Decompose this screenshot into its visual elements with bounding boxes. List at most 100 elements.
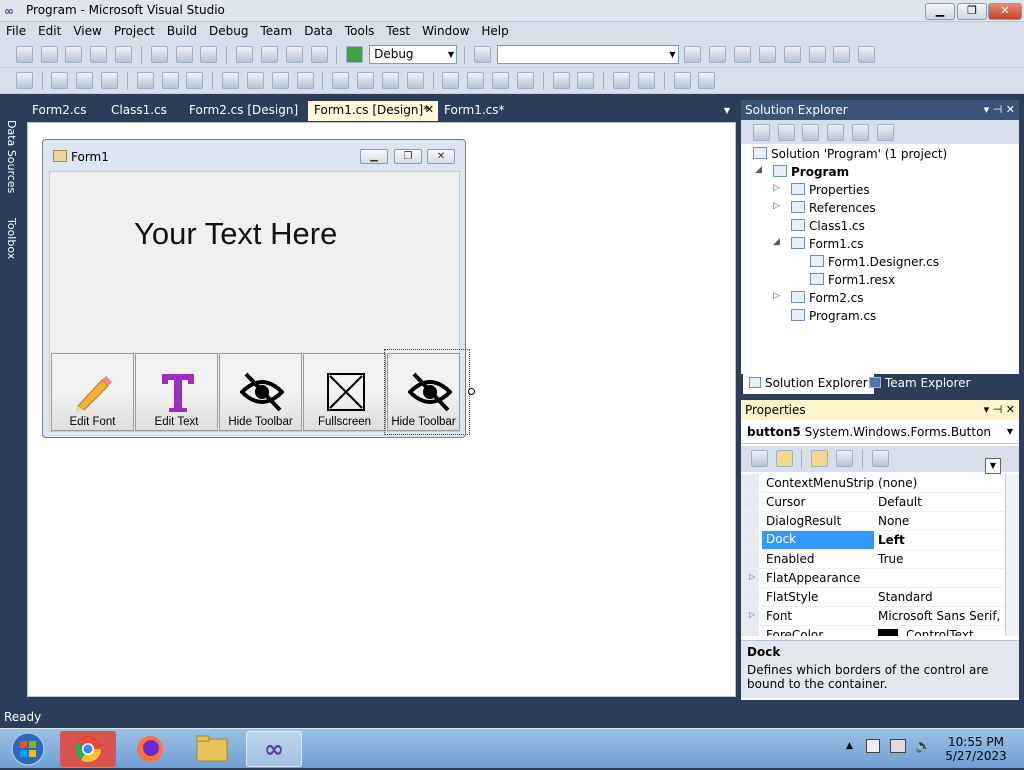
extension-manager-icon[interactable] xyxy=(783,46,801,63)
property-row-selected[interactable]: Dock Left xyxy=(741,531,1005,550)
tab-form2-cs[interactable]: Form2.cs xyxy=(26,101,93,121)
data-sources-tab[interactable]: Data Sources xyxy=(2,120,18,193)
server-explorer-icon[interactable] xyxy=(833,46,851,63)
action-center-icon[interactable] xyxy=(866,739,880,753)
menu-window[interactable]: Window xyxy=(416,22,475,40)
toolbar-options-icon[interactable] xyxy=(698,72,716,89)
tab-form2-design[interactable]: Form2.cs [Design] xyxy=(183,101,304,121)
solution-config-select[interactable]: Debug ▼ xyxy=(369,45,458,64)
tree-node-form2[interactable]: ▷ Form2.cs xyxy=(773,291,864,305)
horizontal-spacing-decrease-icon[interactable] xyxy=(381,72,399,89)
property-pages-icon[interactable] xyxy=(871,450,889,467)
tab-form1-design[interactable]: Form1.cs [Design]* ✕ xyxy=(308,101,438,121)
pane-controls[interactable]: ▾ ⊣ ✕ xyxy=(984,403,1015,416)
vertical-spacing-equal-icon[interactable] xyxy=(442,72,460,89)
send-to-back-icon[interactable] xyxy=(637,72,655,89)
edit-font-button[interactable]: Edit Font xyxy=(51,353,134,431)
center-vertically-icon[interactable] xyxy=(577,72,595,89)
property-row[interactable]: Cursor Default xyxy=(741,493,1005,512)
property-value[interactable]: ControlText xyxy=(878,628,974,636)
hide-toolbar-button[interactable]: Hide Toolbar xyxy=(219,353,302,431)
navigate-forward-icon[interactable] xyxy=(310,46,328,63)
volume-icon[interactable]: 🔈 xyxy=(915,739,931,754)
tab-team-explorer[interactable]: Team Explorer xyxy=(863,374,977,394)
menu-view[interactable]: View xyxy=(67,22,107,40)
menu-debug[interactable]: Debug xyxy=(203,22,254,40)
property-row[interactable]: ForeColor ControlText xyxy=(741,626,1005,636)
tree-node-class1[interactable]: Class1.cs xyxy=(791,219,865,233)
make-same-height-icon[interactable] xyxy=(271,72,289,89)
save-icon[interactable] xyxy=(90,46,108,63)
property-row[interactable]: Enabled True xyxy=(741,550,1005,569)
tree-node-project[interactable]: ◢ Program xyxy=(755,165,849,179)
property-row[interactable]: ▷ FlatAppearance xyxy=(741,569,1005,588)
open-file-icon[interactable] xyxy=(65,46,83,63)
tree-node-form1-designer[interactable]: Form1.Designer.cs xyxy=(810,255,939,269)
expand-arrow-icon[interactable]: ▷ xyxy=(773,291,780,301)
properties-icon[interactable] xyxy=(752,124,770,141)
start-button[interactable] xyxy=(2,731,54,767)
align-bottoms-icon[interactable] xyxy=(186,72,204,89)
menu-test[interactable]: Test xyxy=(380,22,416,40)
align-middles-icon[interactable] xyxy=(161,72,179,89)
center-horizontally-icon[interactable] xyxy=(552,72,570,89)
dock-dropdown-button[interactable]: ▼ xyxy=(985,458,1001,474)
toolbox-icon[interactable] xyxy=(758,46,776,63)
find-in-files-icon[interactable] xyxy=(473,46,491,63)
paste-icon[interactable] xyxy=(200,46,218,63)
tree-node-program-cs[interactable]: Program.cs xyxy=(791,309,876,323)
pane-controls[interactable]: ▾ ⊣ ✕ xyxy=(984,103,1015,116)
categorized-icon[interactable] xyxy=(750,450,768,467)
add-item-icon[interactable] xyxy=(40,46,58,63)
alphabetical-icon[interactable] xyxy=(775,450,793,467)
align-rights-icon[interactable] xyxy=(101,72,119,89)
copy-icon[interactable] xyxy=(175,46,193,63)
property-row[interactable]: FlatStyle Standard xyxy=(741,588,1005,607)
vertical-spacing-decrease-icon[interactable] xyxy=(492,72,510,89)
property-value[interactable]: True xyxy=(878,552,904,566)
solution-explorer-icon[interactable] xyxy=(684,46,702,63)
toolbox-tab[interactable]: Toolbox xyxy=(2,218,18,259)
menu-edit[interactable]: Edit xyxy=(32,22,67,40)
chevron-down-icon[interactable]: ▼ xyxy=(724,106,730,115)
show-all-files-icon[interactable] xyxy=(777,124,795,141)
property-row[interactable]: ▷ Font Microsoft Sans Serif, 8.2 xyxy=(741,607,1005,626)
start-page-icon[interactable] xyxy=(808,46,826,63)
save-all-icon[interactable] xyxy=(115,46,133,63)
clock[interactable]: 10:55 PM 5/27/2023 xyxy=(945,735,1007,763)
tree-node-references[interactable]: ▷ References xyxy=(773,201,876,215)
close-tab-icon[interactable]: ✕ xyxy=(425,103,434,116)
taskbar-firefox[interactable] xyxy=(122,731,178,767)
align-to-grid-icon[interactable] xyxy=(15,72,33,89)
make-same-width-icon[interactable] xyxy=(222,72,240,89)
vertical-spacing-increase-icon[interactable] xyxy=(467,72,485,89)
property-value[interactable]: Default xyxy=(878,495,922,509)
collapse-arrow-icon[interactable]: ◢ xyxy=(773,237,780,247)
new-project-icon[interactable] xyxy=(15,46,33,63)
property-row[interactable]: DialogResult None xyxy=(741,512,1005,531)
object-browser-icon[interactable] xyxy=(734,46,752,63)
horizontal-spacing-remove-icon[interactable] xyxy=(406,72,424,89)
cut-icon[interactable] xyxy=(150,46,168,63)
align-tops-icon[interactable] xyxy=(136,72,154,89)
menu-file[interactable]: File xyxy=(0,22,32,40)
vertical-spacing-remove-icon[interactable] xyxy=(516,72,534,89)
tab-order-icon[interactable] xyxy=(673,72,691,89)
property-value[interactable]: None xyxy=(878,514,909,528)
tree-node-form1-resx[interactable]: Form1.resx xyxy=(810,273,895,287)
horizontal-spacing-equal-icon[interactable] xyxy=(332,72,350,89)
resize-handle[interactable] xyxy=(468,388,475,395)
expand-arrow-icon[interactable]: ▷ xyxy=(773,183,780,193)
taskbar-visual-studio[interactable]: ∞ xyxy=(246,731,302,767)
properties-view-icon[interactable] xyxy=(811,450,829,467)
command-window-icon[interactable] xyxy=(858,46,876,63)
dock-value-input[interactable]: Left xyxy=(878,533,905,547)
property-row[interactable]: ContextMenuStrip (none) xyxy=(741,474,1005,493)
minimize-button[interactable]: ▁ xyxy=(925,3,955,20)
properties-window-icon[interactable] xyxy=(709,46,727,63)
form-text-label[interactable]: Your Text Here xyxy=(134,216,337,252)
tree-node-properties[interactable]: ▷ Properties xyxy=(773,183,870,197)
tab-solution-explorer[interactable]: Solution Explorer xyxy=(743,374,874,394)
refresh-icon[interactable] xyxy=(802,124,820,141)
object-selector[interactable]: button5 System.Windows.Forms.Button ▼ xyxy=(741,420,1019,444)
